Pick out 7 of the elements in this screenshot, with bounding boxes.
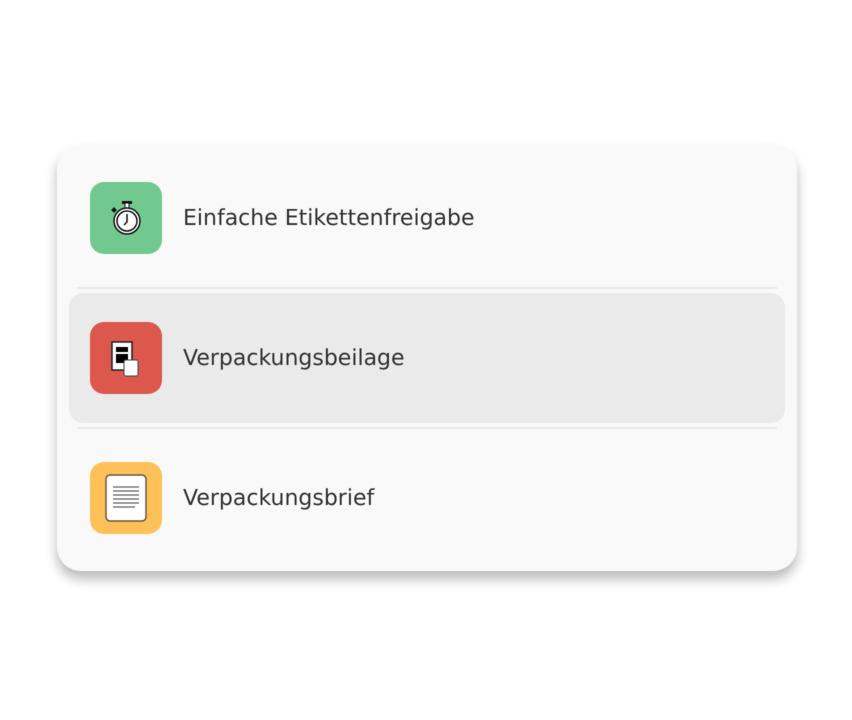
document-icon	[103, 472, 149, 524]
menu-item[interactable]: Verpackungsbrief	[69, 433, 785, 563]
item-label: Verpackungsbeilage	[183, 346, 405, 370]
item-label: Einfache Etikettenfreigabe	[183, 206, 475, 230]
menu-item[interactable]: Verpackungsbeilage	[69, 293, 785, 423]
menu-item[interactable]: Einfache Etikettenfreigabe	[69, 153, 785, 283]
item-label: Verpackungsbrief	[183, 486, 374, 510]
